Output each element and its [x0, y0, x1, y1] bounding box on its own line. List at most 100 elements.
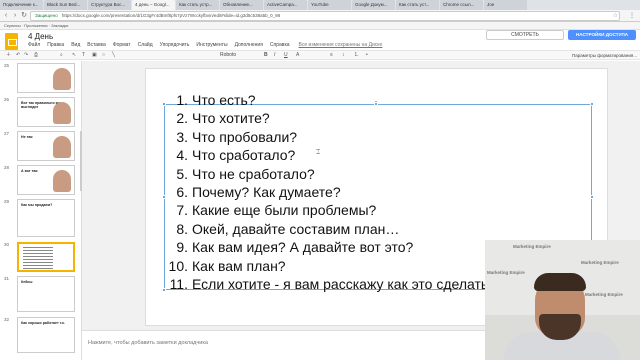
presenter-webcam: Marketing Empire Marketing Empire Market… — [485, 240, 640, 360]
menu-item[interactable]: Вид — [71, 42, 80, 48]
line-spacing-icon[interactable]: ↕ — [342, 51, 345, 60]
list-item[interactable]: 9. Как вам идея? А давайте вот это? — [160, 238, 500, 256]
image-tool-icon[interactable]: ▣ — [92, 51, 97, 60]
browser-tab[interactable]: YouTube — [308, 0, 351, 10]
share-settings-button[interactable]: НАСТРОЙКИ ДОСТУПА — [568, 30, 636, 40]
browser-tab[interactable]: ActiveCampa... — [264, 0, 307, 10]
numbered-list-icon[interactable]: ⒈ — [354, 51, 359, 60]
forward-icon[interactable]: › — [11, 12, 19, 20]
browser-tab[interactable]: Структура Вос... — [88, 0, 131, 10]
thumbnail-person-image — [53, 136, 71, 158]
textbox-tool-icon[interactable]: T — [82, 51, 85, 60]
menu-item[interactable]: Инструменты — [196, 42, 227, 48]
align-icon[interactable]: ≡ — [330, 51, 333, 60]
watch-button[interactable]: СМОТРЕТЬ — [486, 30, 564, 40]
list-item-text: Если хотите - я вам расскажу как это сде… — [192, 275, 489, 292]
thumbnail-person-image — [53, 102, 71, 124]
menu-item[interactable]: Вставка — [87, 42, 106, 48]
slide-thumbnail[interactable]: Кейсы — [17, 276, 75, 312]
slide-thumbnail[interactable]: Как хорошо работает т.к. — [17, 317, 75, 353]
list-item-number: 8. — [176, 220, 188, 237]
numbered-question-list[interactable]: 1. Что есть? 2. Что хотите? 3. Что пробовали?… — [160, 91, 500, 293]
list-item-number: 11. — [169, 275, 188, 292]
menu-item[interactable]: Слайд — [138, 42, 153, 48]
bookmark-star-icon[interactable]: ☆ — [613, 12, 618, 19]
add-slide-icon[interactable]: ＋ — [6, 51, 11, 60]
bold-icon[interactable]: B — [264, 51, 268, 60]
list-item[interactable]: 10. Как вам план? — [160, 257, 500, 275]
bulleted-list-icon[interactable]: • — [366, 51, 368, 60]
slides-logo-icon[interactable] — [5, 33, 18, 50]
menu-item[interactable]: Упорядочить — [160, 42, 190, 48]
list-item-number: 10. — [168, 257, 188, 274]
list-item-text: Почему? Как думаете? — [192, 183, 341, 200]
slide-thumbnail[interactable]: Как мы продаем? — [17, 199, 75, 237]
list-item[interactable]: 3. Что пробовали? — [160, 128, 500, 146]
back-icon[interactable]: ‹ — [2, 12, 10, 20]
list-item[interactable]: 8. Окей, давайте составим план… — [160, 220, 500, 238]
slide-thumbnail[interactable] — [17, 63, 75, 93]
thumbnail-text: Как хорошо работает т.к. — [21, 321, 65, 325]
browser-tab[interactable]: 4 день – Googl... — [132, 0, 175, 10]
list-item-text: Как вам идея? А давайте вот это? — [192, 239, 414, 256]
thumbnail-text: А вот так: — [21, 169, 39, 173]
list-item-text: Что сработало? — [192, 147, 296, 164]
browser-tab[interactable]: Google Докум... — [352, 0, 395, 10]
browser-tab[interactable]: Как стать уст... — [396, 0, 439, 10]
browser-tab[interactable]: Как стать устр... — [176, 0, 219, 10]
list-item[interactable]: 5. Что не сработало? — [160, 165, 500, 183]
format-options-button[interactable]: Параметры форматирования... — [572, 51, 637, 60]
resize-handle[interactable] — [590, 195, 594, 199]
browser-menu-icon[interactable]: ⋮ — [629, 12, 635, 19]
zoom-icon[interactable]: ⌕ — [60, 51, 63, 60]
browser-tab[interactable]: Подключение к... — [0, 0, 43, 10]
cursor-tool-icon[interactable]: ↖ — [72, 51, 76, 60]
document-title[interactable]: 4 День — [28, 32, 53, 41]
browser-tab[interactable]: Joe — [484, 0, 527, 10]
line-tool-icon[interactable]: ╲ — [112, 51, 115, 60]
menu-item[interactable]: Дополнения — [235, 42, 263, 48]
presenter-hair — [534, 273, 586, 291]
list-item-text: Что хотите? — [192, 110, 270, 127]
list-item[interactable]: 11. Если хотите - я вам расскажу как это … — [160, 275, 500, 293]
save-status[interactable]: Все изменения сохранены на Диске — [299, 42, 383, 48]
slide-thumbnail[interactable] — [17, 242, 75, 272]
slide-thumbnail[interactable]: Вот так правильно же выглядит — [17, 97, 75, 127]
resize-handle[interactable] — [590, 102, 594, 106]
font-select[interactable]: Roboto — [220, 51, 236, 60]
redo-icon[interactable]: ↷ — [24, 51, 28, 60]
slide-thumbnail[interactable]: Не так: — [17, 131, 75, 161]
text-color-icon[interactable]: A — [296, 51, 299, 60]
shape-tool-icon[interactable]: ○ — [102, 51, 105, 60]
italic-icon[interactable]: I — [274, 51, 275, 60]
list-item[interactable]: 4. Что сработало? — [160, 146, 500, 164]
print-icon[interactable]: ⎙ — [34, 51, 38, 60]
underline-icon[interactable]: U — [284, 51, 288, 60]
menu-item[interactable]: Справка — [270, 42, 290, 48]
slide-thumbnail[interactable]: А вот так: — [17, 165, 75, 195]
list-item-text: Какие еще были проблемы? — [192, 202, 377, 219]
list-item-text: Что не сработало? — [192, 165, 315, 182]
list-item-text: Как вам план? — [192, 257, 286, 274]
menu-item[interactable]: Формат — [113, 42, 131, 48]
browser-tab[interactable]: Chrome ссыл... — [440, 0, 483, 10]
list-item[interactable]: 2. Что хотите? — [160, 109, 500, 127]
url-text: https://docs.google.com/presentation/d/1… — [61, 13, 281, 18]
list-item[interactable]: 6. Почему? Как думаете? — [160, 183, 500, 201]
browser-tab[interactable]: Обновление... — [220, 0, 263, 10]
list-item-number: 6. — [176, 183, 188, 200]
reload-icon[interactable]: ↻ — [20, 12, 28, 20]
slide-number: 25 — [4, 63, 10, 68]
menu-item[interactable]: Правка — [47, 42, 64, 48]
list-item[interactable]: 7. Какие еще были проблемы? — [160, 201, 500, 219]
menu-item[interactable]: Файл — [28, 42, 40, 48]
speaker-notes-placeholder[interactable]: Нажмите, чтобы добавить заметки докладчи… — [88, 340, 208, 346]
url-input[interactable]: Защищено https://docs.google.com/present… — [30, 11, 620, 21]
list-item[interactable]: 1. Что есть? — [160, 91, 500, 109]
browser-tab[interactable]: Black Sun Bed... — [44, 0, 87, 10]
address-bar: ‹ › ↻ Защищено https://docs.google.com/p… — [0, 10, 640, 22]
thumbnail-text: Кейсы — [21, 280, 33, 284]
slide-number: 32 — [4, 317, 10, 322]
slide-filmstrip: 25 26 Вот так правильно же выглядит 27 Не та… — [0, 61, 82, 360]
undo-icon[interactable]: ↶ — [16, 51, 20, 60]
